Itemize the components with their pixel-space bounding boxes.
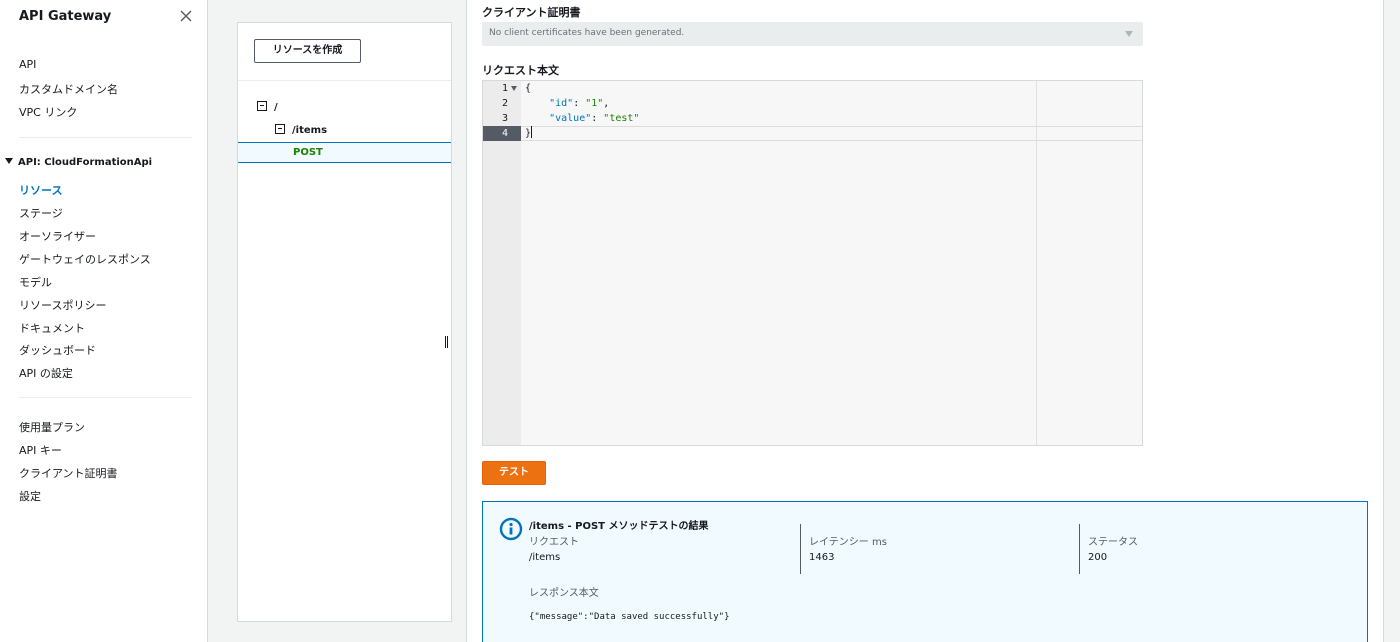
line-number: 1 bbox=[483, 81, 521, 96]
navigation-sidebar: API Gateway API カスタムドメイン名 VPC リンク API: C… bbox=[0, 0, 208, 642]
sidebar-item-documentation[interactable]: ドキュメント bbox=[19, 320, 85, 336]
method-test-panel: クライアント証明書 No client certificates have be… bbox=[466, 0, 1384, 642]
sidebar-item-models[interactable]: モデル bbox=[19, 274, 52, 290]
sidebar-item-authorizers[interactable]: オーソライザー bbox=[19, 228, 96, 244]
line-number: 3 bbox=[502, 113, 509, 124]
sidebar-item-api[interactable]: API bbox=[19, 58, 36, 71]
resource-tree-header: リソースを作成 bbox=[238, 23, 451, 81]
line-number: 2 bbox=[502, 98, 509, 109]
sidebar-item-api-keys[interactable]: API キー bbox=[19, 442, 62, 458]
method-label: POST bbox=[293, 147, 323, 158]
sidebar-item-api-settings[interactable]: API の設定 bbox=[19, 365, 73, 381]
test-result-panel: /items - POST メソッドテストの結果 リクエスト /items レイ… bbox=[482, 501, 1368, 642]
panel-resize-handle[interactable] bbox=[445, 336, 448, 348]
text-cursor bbox=[531, 126, 533, 138]
active-line-highlight bbox=[521, 126, 1142, 141]
client-certificate-select[interactable]: No client certificates have been generat… bbox=[482, 22, 1143, 46]
sidebar-item-resource-policy[interactable]: リソースポリシー bbox=[19, 297, 106, 313]
caret-down-icon bbox=[1125, 31, 1133, 37]
sidebar-item-client-certificates[interactable]: クライアント証明書 bbox=[19, 465, 118, 481]
response-body-value: {"message":"Data saved successfully"} bbox=[529, 612, 730, 622]
code-line: "value": "test" bbox=[549, 113, 640, 124]
sidebar-item-usage-plans[interactable]: 使用量プラン bbox=[19, 419, 85, 435]
request-value: /items bbox=[529, 552, 561, 563]
code-line: { bbox=[525, 83, 532, 94]
test-button[interactable]: テスト bbox=[482, 461, 546, 485]
request-body-editor[interactable]: 1 2 3 4 { "id": "1", "value": "test" } bbox=[482, 80, 1143, 446]
tree-node-root[interactable]: / bbox=[257, 101, 278, 113]
sidebar-api-group[interactable]: API: CloudFormationApi bbox=[5, 157, 152, 168]
code-line: } bbox=[525, 126, 533, 139]
sidebar-item-gateway-responses[interactable]: ゲートウェイのレスポンス bbox=[19, 251, 151, 267]
collapse-icon[interactable] bbox=[275, 124, 285, 134]
status-value: 200 bbox=[1088, 552, 1108, 563]
code-line: "id": "1", bbox=[549, 98, 610, 109]
info-icon bbox=[499, 517, 523, 541]
latency-label: レイテンシー ms bbox=[809, 537, 887, 548]
line-number-active: 4 bbox=[483, 126, 521, 141]
sidebar-item-settings[interactable]: 設定 bbox=[19, 488, 41, 504]
result-title: /items - POST メソッドテストの結果 bbox=[529, 521, 709, 532]
status-label: ステータス bbox=[1088, 537, 1138, 548]
tree-node-items-label: /items bbox=[292, 125, 328, 136]
sidebar-item-resources[interactable]: リソース bbox=[19, 182, 62, 198]
create-resource-button[interactable]: リソースを作成 bbox=[254, 39, 361, 63]
client-certificate-value: No client certificates have been generat… bbox=[489, 28, 685, 38]
sidebar-divider bbox=[19, 137, 192, 138]
fold-arrow-icon[interactable] bbox=[511, 86, 517, 91]
request-body-label: リクエスト本文 bbox=[482, 64, 559, 77]
column-divider bbox=[800, 524, 801, 574]
resource-tree-panel: リソースを作成 / /items POST bbox=[237, 22, 452, 622]
column-divider bbox=[1079, 524, 1080, 574]
editor-gutter: 1 2 3 4 bbox=[483, 81, 521, 445]
response-body-label: レスポンス本文 bbox=[529, 588, 599, 599]
close-icon[interactable] bbox=[178, 8, 194, 24]
sidebar-item-dashboard[interactable]: ダッシュボード bbox=[19, 342, 96, 358]
latency-value: 1463 bbox=[809, 552, 835, 563]
sidebar-api-group-label: API: CloudFormationApi bbox=[18, 157, 153, 168]
tree-node-items[interactable]: /items bbox=[275, 124, 327, 136]
sidebar-item-custom-domains[interactable]: カスタムドメイン名 bbox=[19, 81, 118, 97]
sidebar-title: API Gateway bbox=[19, 9, 112, 24]
request-label: リクエスト bbox=[529, 537, 579, 548]
collapse-icon[interactable] bbox=[257, 101, 267, 111]
tree-node-root-label: / bbox=[274, 102, 278, 113]
tree-node-post-method[interactable]: POST bbox=[238, 142, 451, 163]
print-margin bbox=[1036, 81, 1037, 445]
caret-down-icon bbox=[5, 158, 13, 164]
sidebar-item-vpc-links[interactable]: VPC リンク bbox=[19, 104, 77, 120]
client-certificate-label: クライアント証明書 bbox=[482, 6, 581, 19]
sidebar-item-stages[interactable]: ステージ bbox=[19, 205, 63, 221]
sidebar-divider bbox=[19, 397, 192, 398]
